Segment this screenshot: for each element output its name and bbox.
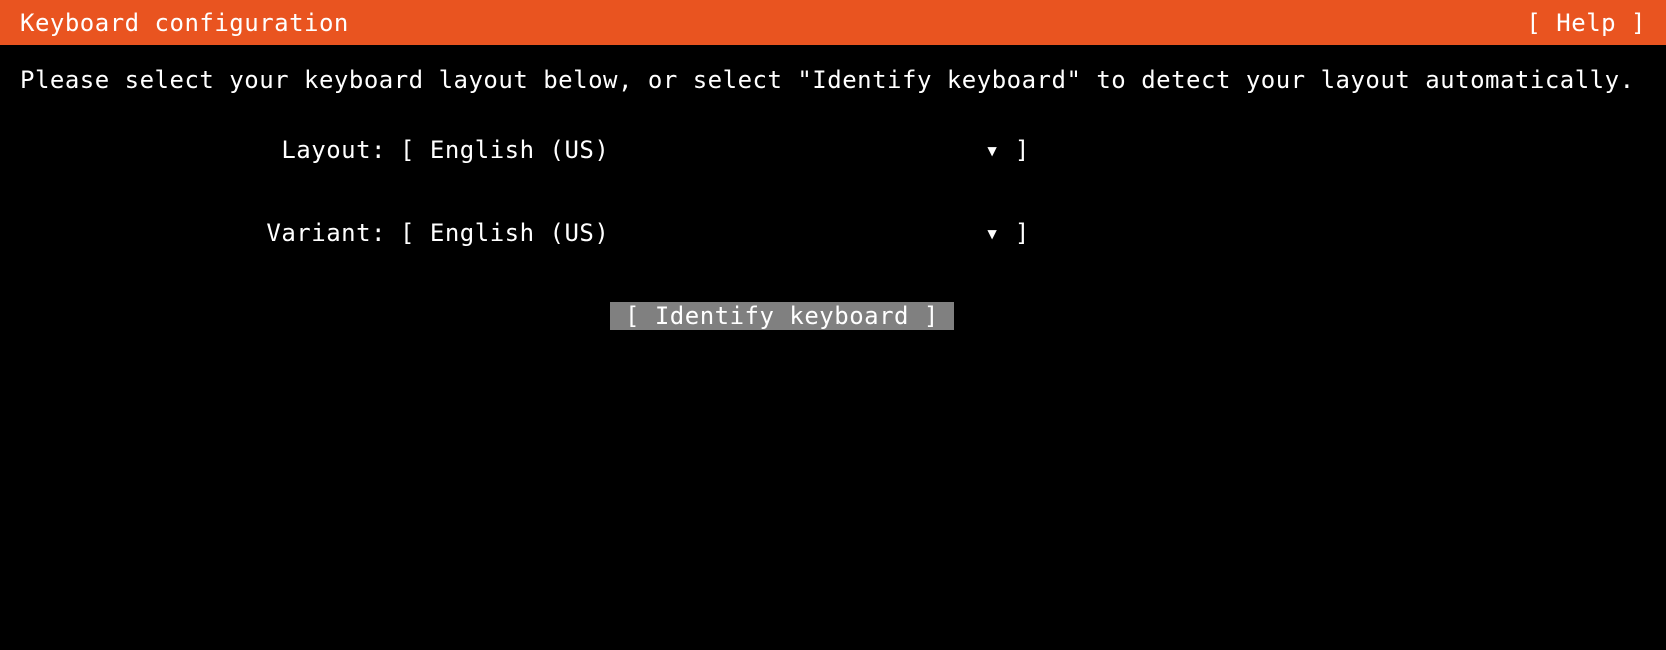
variant-row: Variant: [ English (US) ▾ ] [205, 219, 1646, 247]
identify-keyboard-button[interactable]: [ Identify keyboard ] [610, 302, 954, 330]
bracket-open: [ [400, 219, 430, 247]
bracket-close: ] [1015, 136, 1030, 164]
header-bar: Keyboard configuration [ Help ] [0, 0, 1666, 45]
layout-label: Layout: [205, 136, 400, 164]
main-content: Please select your keyboard layout below… [0, 45, 1666, 350]
chevron-down-icon: ▾ [985, 136, 1015, 164]
bracket-open: [ [400, 136, 430, 164]
chevron-down-icon: ▾ [985, 219, 1015, 247]
variant-label: Variant: [205, 219, 400, 247]
help-button[interactable]: [ Help ] [1526, 9, 1646, 37]
layout-value: English (US) [430, 136, 985, 164]
page-title: Keyboard configuration [20, 9, 349, 37]
layout-select[interactable]: [ English (US) ▾ ] [400, 136, 1030, 164]
layout-row: Layout: [ English (US) ▾ ] [205, 136, 1646, 164]
instruction-text: Please select your keyboard layout below… [20, 65, 1646, 96]
bracket-close: ] [1015, 219, 1030, 247]
variant-value: English (US) [430, 219, 985, 247]
variant-select[interactable]: [ English (US) ▾ ] [400, 219, 1030, 247]
